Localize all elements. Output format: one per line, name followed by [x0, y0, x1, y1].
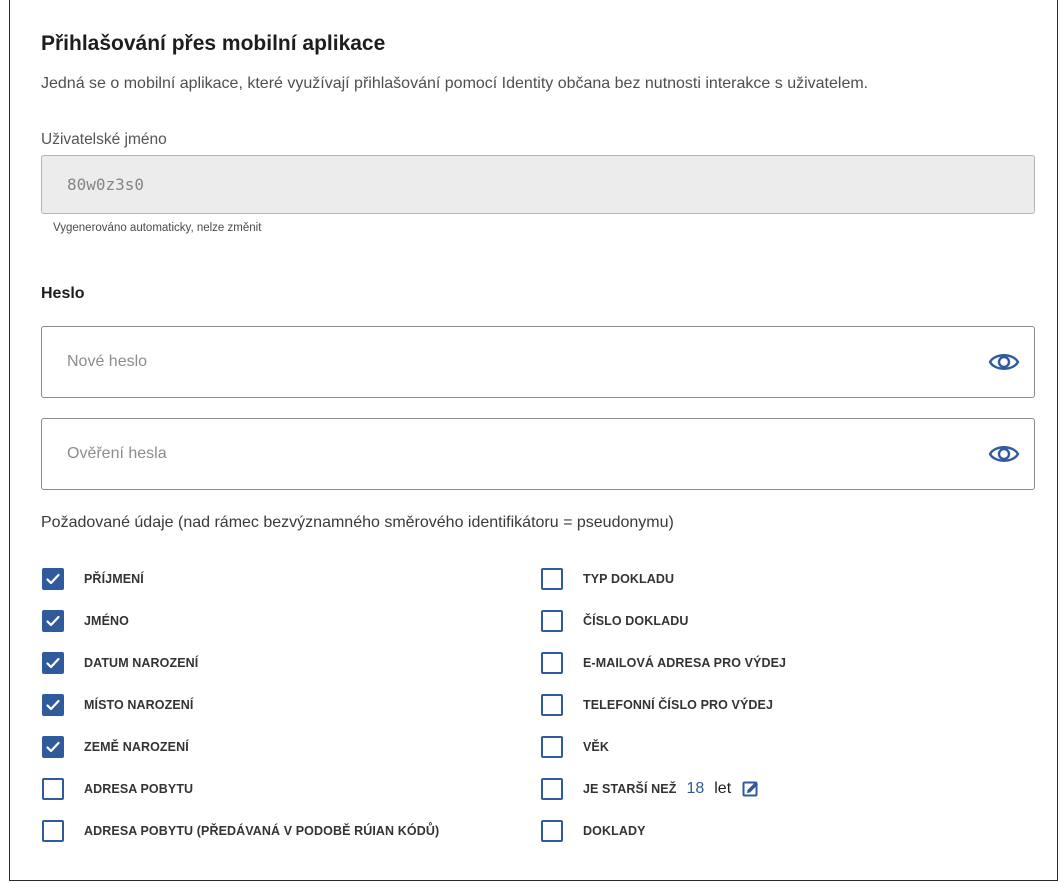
checkbox-item-je-starsi-nez[interactable]: JE STARŠÍ NEŽ 18 let — [541, 777, 760, 801]
confirm-password-placeholder: Ověření hesla — [67, 445, 167, 462]
checkbox-label: E-MAILOVÁ ADRESA PRO VÝDEJ — [583, 656, 787, 670]
username-hint: Vygenerováno automaticky, nelze změnit — [53, 222, 262, 234]
checkbox-label: ZEMĚ NAROZENÍ — [84, 740, 189, 754]
checkbox-item-cislo-dokladu[interactable]: ČÍSLO DOKLADU — [541, 609, 688, 633]
checkbox[interactable] — [42, 778, 64, 800]
edit-icon[interactable] — [742, 780, 760, 798]
eye-icon[interactable] — [988, 347, 1020, 377]
section-description: Jedná se o mobilní aplikace, které využí… — [41, 75, 869, 92]
checkbox-label: PŘÍJMENÍ — [84, 572, 144, 586]
username-label: Uživatelské jméno — [41, 131, 167, 148]
new-password-placeholder: Nové heslo — [67, 353, 148, 370]
checkbox-item-vek[interactable]: VĚK — [541, 735, 609, 759]
checkbox[interactable] — [541, 778, 563, 800]
checkbox-item-telefon-vydej[interactable]: TELEFONNÍ ČÍSLO PRO VÝDEJ — [541, 693, 773, 717]
checkbox[interactable] — [42, 568, 64, 590]
checkbox-item-jmeno[interactable]: JMÉNO — [42, 609, 129, 633]
checkbox-label: ADRESA POBYTU — [84, 782, 194, 796]
confirm-password-field[interactable]: Ověření hesla — [41, 418, 1035, 490]
checkbox[interactable] — [541, 652, 563, 674]
checkbox[interactable] — [42, 694, 64, 716]
checkbox-item-prijmeni[interactable]: PŘÍJMENÍ — [42, 567, 144, 591]
checkbox-label: VĚK — [583, 740, 610, 754]
checkbox[interactable] — [42, 610, 64, 632]
checkbox-label: TELEFONNÍ ČÍSLO PRO VÝDEJ — [583, 698, 774, 712]
checkbox-label: JE STARŠÍ NEŽ — [583, 782, 677, 796]
age-threshold-value: 18 — [686, 780, 705, 797]
checkbox[interactable] — [42, 736, 64, 758]
checkbox-label: ČÍSLO DOKLADU — [583, 614, 689, 628]
checkbox-item-doklady[interactable]: DOKLADY — [541, 819, 646, 843]
checkbox-item-zeme-narozeni[interactable]: ZEMĚ NAROZENÍ — [42, 735, 189, 759]
required-data-label: Požadované údaje (nad rámec bezvýznamnéh… — [41, 514, 674, 531]
checkbox-label: TYP DOKLADU — [583, 572, 675, 586]
checkbox-label: DATUM NAROZENÍ — [84, 656, 199, 670]
checkbox-item-adresa-pobytu[interactable]: ADRESA POBYTU — [42, 777, 193, 801]
checkbox[interactable] — [541, 736, 563, 758]
username-field: 80w0z3s0 — [41, 155, 1035, 214]
checkbox-item-email-vydej[interactable]: E-MAILOVÁ ADRESA PRO VÝDEJ — [541, 651, 786, 675]
checkbox-label: ADRESA POBYTU (PŘEDÁVANÁ V PODOBĚ RÚIAN … — [84, 824, 440, 838]
checkbox[interactable] — [42, 652, 64, 674]
section-title: Přihlašování přes mobilní aplikace — [41, 32, 386, 55]
password-label: Heslo — [41, 285, 85, 302]
username-value: 80w0z3s0 — [67, 175, 145, 194]
checkbox-item-datum-narozeni[interactable]: DATUM NAROZENÍ — [42, 651, 198, 675]
checkbox[interactable] — [541, 820, 563, 842]
age-threshold-unit: let — [714, 780, 732, 797]
checkbox[interactable] — [541, 694, 563, 716]
checkbox[interactable] — [541, 568, 563, 590]
eye-icon[interactable] — [988, 439, 1020, 469]
checkbox[interactable] — [42, 820, 64, 842]
checkbox-item-misto-narozeni[interactable]: MÍSTO NAROZENÍ — [42, 693, 194, 717]
checkbox-label: JMÉNO — [84, 614, 129, 628]
checkbox-label: MÍSTO NAROZENÍ — [84, 698, 194, 712]
checkbox-label: DOKLADY — [583, 824, 646, 838]
checkbox-item-typ-dokladu[interactable]: TYP DOKLADU — [541, 567, 674, 591]
new-password-field[interactable]: Nové heslo — [41, 326, 1035, 398]
checkbox-item-adresa-pobytu-ruian[interactable]: ADRESA POBYTU (PŘEDÁVANÁ V PODOBĚ RÚIAN … — [42, 819, 439, 843]
checkbox[interactable] — [541, 610, 563, 632]
